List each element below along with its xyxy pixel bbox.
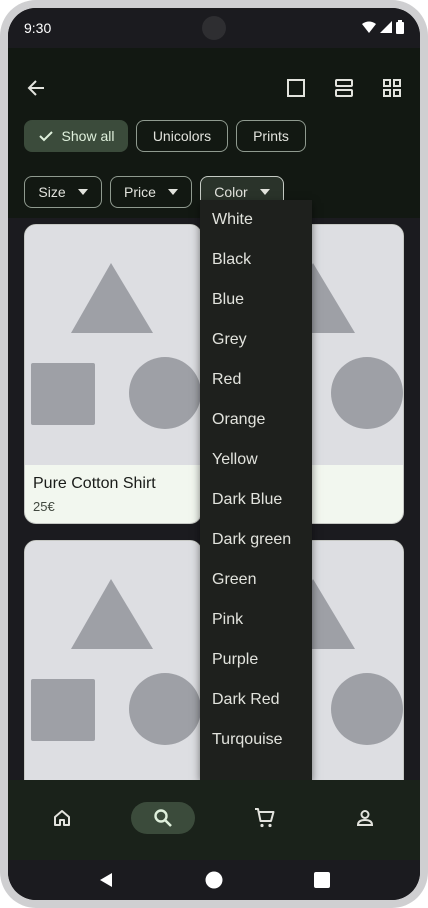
nav-cart[interactable] — [233, 802, 297, 834]
top-app-bar: Show all Unicolors Prints Size Price Col… — [8, 48, 420, 218]
chip-label: Show all — [61, 128, 115, 144]
product-image — [25, 225, 201, 465]
dropdown-size[interactable]: Size — [24, 176, 102, 208]
circle-home-icon — [205, 871, 223, 889]
menu-item-dark-red[interactable]: Dark Red — [200, 680, 312, 720]
system-recents-button[interactable] — [310, 868, 334, 892]
chip-label: Size — [38, 184, 66, 200]
device-frame: 9:30 Show all Unicolors Prints Size Pric… — [0, 0, 428, 908]
nav-search[interactable] — [131, 802, 195, 834]
menu-item-blue[interactable]: Blue — [200, 280, 312, 320]
arrow-drop-down-icon — [259, 189, 270, 195]
chip-label: Color — [214, 184, 248, 200]
menu-item-orange[interactable]: Orange — [200, 400, 312, 440]
menu-item-dark-blue[interactable]: Dark Blue — [200, 480, 312, 520]
menu-item-grey[interactable]: Grey — [200, 320, 312, 360]
back-button[interactable] — [20, 72, 52, 104]
cart-icon — [255, 808, 275, 828]
screen: 9:30 Show all Unicolors Prints Size Pric… — [8, 8, 420, 900]
list-view-button[interactable] — [328, 72, 360, 104]
camera-cutout — [202, 16, 226, 40]
chip-label: Prints — [253, 128, 289, 144]
check-icon — [38, 131, 53, 142]
square-icon — [287, 79, 305, 97]
triangle-back-icon — [100, 873, 112, 887]
product-price: 25€ — [33, 499, 55, 514]
nav-home[interactable] — [30, 802, 94, 834]
chip-prints[interactable]: Prints — [236, 120, 306, 152]
home-icon — [54, 810, 70, 826]
arrow-back-icon — [27, 80, 44, 96]
menu-item-white[interactable]: White — [200, 200, 312, 240]
menu-item-turqouise[interactable]: Turqouise — [200, 720, 312, 760]
grid-icon — [383, 79, 401, 97]
menu-item-pink[interactable]: Pink — [200, 600, 312, 640]
square-recents-icon — [314, 872, 330, 888]
system-back-button[interactable] — [94, 868, 118, 892]
bottom-navigation — [8, 780, 420, 860]
view-list-icon — [335, 79, 353, 97]
system-navigation-bar — [8, 860, 420, 900]
battery-icon — [396, 20, 404, 34]
grid-view-button[interactable] — [376, 72, 408, 104]
menu-item-yellow[interactable]: Yellow — [200, 440, 312, 480]
system-home-button[interactable] — [202, 868, 226, 892]
menu-item-green[interactable]: Green — [200, 560, 312, 600]
product-card[interactable] — [24, 540, 202, 780]
single-view-button[interactable] — [280, 72, 312, 104]
status-icons — [362, 20, 404, 34]
color-dropdown-menu: White Black Blue Grey Red Orange Yellow … — [200, 200, 312, 780]
search-icon — [154, 809, 172, 827]
product-image — [25, 541, 201, 780]
chip-show-all[interactable]: Show all — [24, 120, 128, 152]
menu-item-purple[interactable]: Purple — [200, 640, 312, 680]
arrow-drop-down-icon — [77, 189, 88, 195]
product-card[interactable]: Pure Cotton Shirt 25€ — [24, 224, 202, 524]
menu-item-dark-green[interactable]: Dark green — [200, 520, 312, 560]
chip-label: Unicolors — [152, 128, 212, 144]
shapes-placeholder-image — [31, 579, 201, 745]
person-icon — [356, 810, 374, 826]
status-time: 9:30 — [24, 20, 52, 36]
menu-item-black[interactable]: Black — [200, 240, 312, 280]
menu-item-red[interactable]: Red — [200, 360, 312, 400]
signal-icon — [380, 21, 392, 33]
arrow-drop-down-icon — [167, 189, 178, 195]
dropdown-price[interactable]: Price — [110, 176, 192, 208]
shapes-placeholder-image — [31, 263, 201, 429]
chip-unicolors[interactable]: Unicolors — [136, 120, 228, 152]
nav-profile[interactable] — [333, 802, 397, 834]
wifi-icon — [362, 21, 376, 33]
chip-label: Price — [124, 184, 156, 200]
product-title: Pure Cotton Shirt — [33, 475, 156, 492]
status-bar: 9:30 — [8, 8, 420, 48]
